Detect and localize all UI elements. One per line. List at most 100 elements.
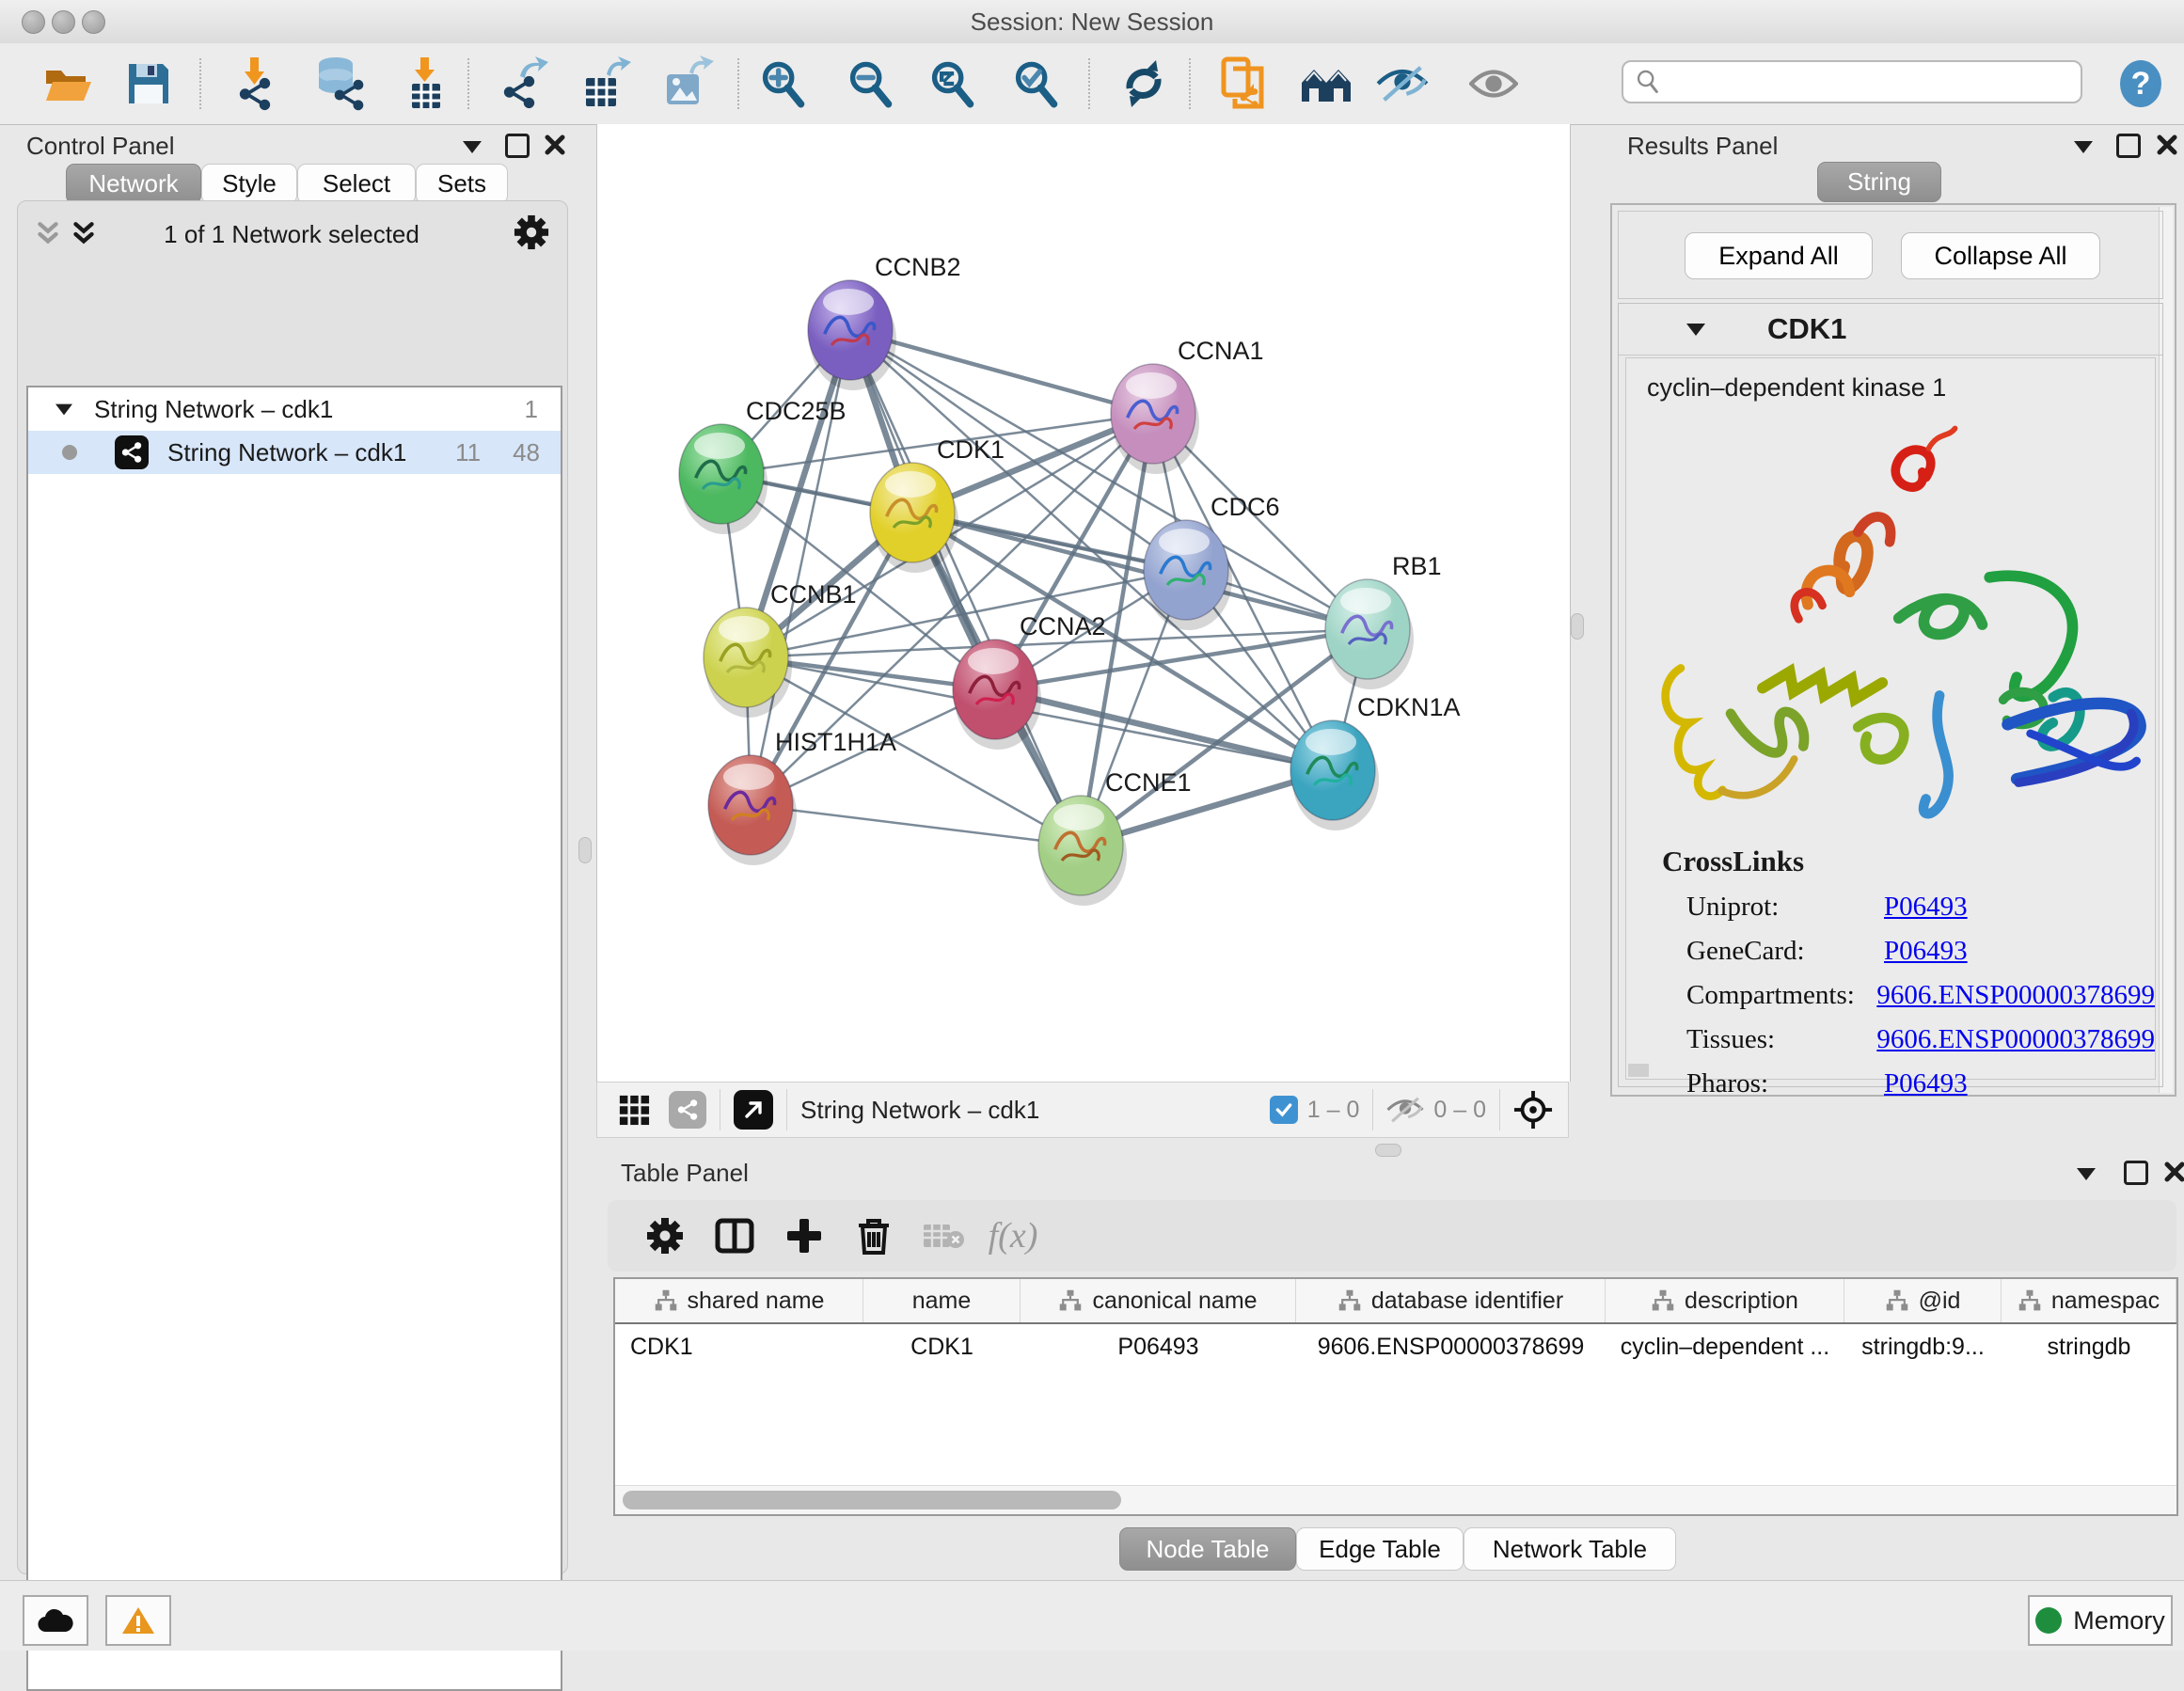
- refresh-icon[interactable]: [1116, 55, 1172, 112]
- network-collection-row[interactable]: String Network – cdk1 1: [28, 387, 561, 431]
- network-node-CCNE1[interactable]: CCNE1: [1038, 768, 1192, 906]
- export-network-icon[interactable]: [495, 55, 551, 112]
- gray-eye-icon[interactable]: [1465, 55, 1522, 112]
- gear-icon[interactable]: [514, 214, 549, 250]
- column-header-shared-name[interactable]: shared name: [615, 1279, 863, 1322]
- panel-float-icon[interactable]: [463, 141, 482, 153]
- column-header-@id[interactable]: @id: [1844, 1279, 2002, 1322]
- search-box[interactable]: [1622, 60, 2082, 103]
- network-node-CCNB1[interactable]: CCNB1: [704, 580, 857, 718]
- column-header-database-identifier[interactable]: database identifier: [1296, 1279, 1606, 1322]
- network-node-HIST1H1A[interactable]: HIST1H1A: [708, 728, 896, 865]
- birdseye-icon[interactable]: [1513, 1090, 1553, 1130]
- zoom-out-icon[interactable]: [842, 55, 898, 112]
- table-row[interactable]: CDK1CDK1P064939606.ENSP00000378699cyclin…: [615, 1324, 2176, 1369]
- network-node-CDKN1A[interactable]: CDKN1A: [1290, 693, 1461, 830]
- zoom-fit-icon[interactable]: [924, 55, 980, 112]
- crosslink-link[interactable]: P06493: [1884, 892, 1968, 923]
- tab-network[interactable]: Network: [66, 164, 201, 204]
- column-header-name[interactable]: name: [863, 1279, 1021, 1322]
- network-row[interactable]: String Network – cdk1 11 48: [28, 431, 561, 474]
- collapse-all-button[interactable]: Collapse All: [1901, 232, 2100, 279]
- column-header-namespac[interactable]: namespac: [2002, 1279, 2176, 1322]
- panel-float-icon[interactable]: [2074, 141, 2093, 153]
- network-node-CDC6[interactable]: CDC6: [1144, 493, 1280, 630]
- tab-node-table[interactable]: Node Table: [1119, 1527, 1296, 1571]
- network-share-icon[interactable]: [669, 1091, 706, 1129]
- network-edge[interactable]: [751, 805, 1081, 846]
- import-table-icon[interactable]: [397, 55, 453, 112]
- panel-maximize-icon[interactable]: [2124, 1161, 2148, 1185]
- panel-close-icon[interactable]: [2156, 134, 2178, 156]
- close-window-button[interactable]: [22, 10, 45, 34]
- tab-select[interactable]: Select: [297, 164, 416, 204]
- tab-network-table[interactable]: Network Table: [1464, 1527, 1676, 1571]
- hide-eye-icon[interactable]: [1374, 55, 1431, 112]
- table-cell[interactable]: CDK1: [615, 1324, 863, 1369]
- table-cell[interactable]: cyclin–dependent ...: [1606, 1324, 1844, 1369]
- table-cell[interactable]: stringdb:9...: [1844, 1324, 2002, 1369]
- table-hscrollbar[interactable]: [615, 1485, 2176, 1514]
- import-network-icon[interactable]: [226, 55, 282, 112]
- network-node-RB1[interactable]: RB1: [1325, 552, 1442, 689]
- open-session-icon[interactable]: [39, 55, 95, 112]
- column-header-description[interactable]: description: [1606, 1279, 1844, 1322]
- function-builder-icon[interactable]: f(x): [978, 1208, 1048, 1264]
- cloud-button[interactable]: [23, 1595, 88, 1646]
- right-splitter-handle[interactable]: [1571, 613, 1584, 640]
- export-image-icon[interactable]: [658, 55, 715, 112]
- tab-sets[interactable]: Sets: [416, 164, 508, 204]
- network-node-CCNB2[interactable]: CCNB2: [808, 253, 961, 390]
- table-cell[interactable]: stringdb: [2002, 1324, 2176, 1369]
- table-hscrollbar-thumb[interactable]: [623, 1491, 1121, 1509]
- tab-string[interactable]: String: [1817, 162, 1939, 202]
- hidden-eye-icon[interactable]: [1386, 1095, 1424, 1125]
- crosslink-link[interactable]: 9606.ENSP00000378699: [1876, 980, 2155, 1011]
- section-caret-icon[interactable]: [1686, 324, 1705, 336]
- delete-column-icon[interactable]: [839, 1208, 909, 1264]
- bottom-splitter-handle[interactable]: [1375, 1144, 1401, 1157]
- warning-button[interactable]: [105, 1595, 171, 1646]
- open-in-window-icon[interactable]: [734, 1090, 773, 1130]
- maximize-window-button[interactable]: [82, 10, 105, 34]
- network-graph[interactable]: CCNB2CCNA1CDC25BCDK1CDC6RB1CCNB1CCNA2CDK…: [597, 124, 1570, 1082]
- column-header-canonical-name[interactable]: canonical name: [1021, 1279, 1296, 1322]
- add-column-icon[interactable]: [769, 1208, 839, 1264]
- network-edge[interactable]: [850, 330, 1081, 846]
- tab-edge-table[interactable]: Edge Table: [1296, 1527, 1464, 1571]
- export-table-icon[interactable]: [578, 55, 634, 112]
- clone-network-icon[interactable]: [1216, 55, 1273, 112]
- table-settings-gear-icon[interactable]: [630, 1208, 700, 1264]
- panel-maximize-icon[interactable]: [2116, 134, 2141, 158]
- left-splitter-handle[interactable]: [578, 837, 592, 863]
- panel-close-icon[interactable]: [2163, 1161, 2184, 1183]
- expand-all-button[interactable]: Expand All: [1685, 232, 1873, 279]
- panel-close-icon[interactable]: [544, 134, 566, 156]
- minimize-window-button[interactable]: [52, 10, 75, 34]
- selected-checkbox[interactable]: [1270, 1096, 1298, 1124]
- network-canvas[interactable]: CCNB2CCNA1CDC25BCDK1CDC6RB1CCNB1CCNA2CDK…: [596, 124, 1571, 1082]
- panel-float-icon[interactable]: [2077, 1168, 2096, 1180]
- help-icon[interactable]: ?: [2113, 55, 2169, 112]
- delete-table-icon[interactable]: [909, 1208, 978, 1264]
- crosslink-link[interactable]: P06493: [1884, 1068, 1968, 1099]
- show-columns-icon[interactable]: [700, 1208, 769, 1264]
- collapse-all-icon[interactable]: [36, 220, 60, 248]
- grid-view-icon[interactable]: [618, 1094, 650, 1126]
- results-hscroll-stub[interactable]: [1628, 1064, 1649, 1077]
- panel-maximize-icon[interactable]: [505, 134, 530, 158]
- import-database-icon[interactable]: [310, 55, 367, 112]
- zoom-in-icon[interactable]: [754, 55, 811, 112]
- expand-all-icon[interactable]: [71, 220, 96, 248]
- table-cell[interactable]: 9606.ENSP00000378699: [1296, 1324, 1606, 1369]
- tab-style[interactable]: Style: [201, 164, 297, 204]
- collection-caret-icon[interactable]: [55, 403, 72, 415]
- crosslink-link[interactable]: 9606.ENSP00000378699: [1876, 1024, 2155, 1055]
- table-cell[interactable]: CDK1: [863, 1324, 1021, 1369]
- zoom-selected-icon[interactable]: [1007, 55, 1064, 112]
- memory-button[interactable]: Memory: [2028, 1595, 2173, 1646]
- save-session-icon[interactable]: [120, 55, 177, 112]
- houses-icon[interactable]: [1298, 55, 1354, 112]
- search-input[interactable]: [1661, 68, 2060, 96]
- network-node-CCNA1[interactable]: CCNA1: [1111, 337, 1264, 474]
